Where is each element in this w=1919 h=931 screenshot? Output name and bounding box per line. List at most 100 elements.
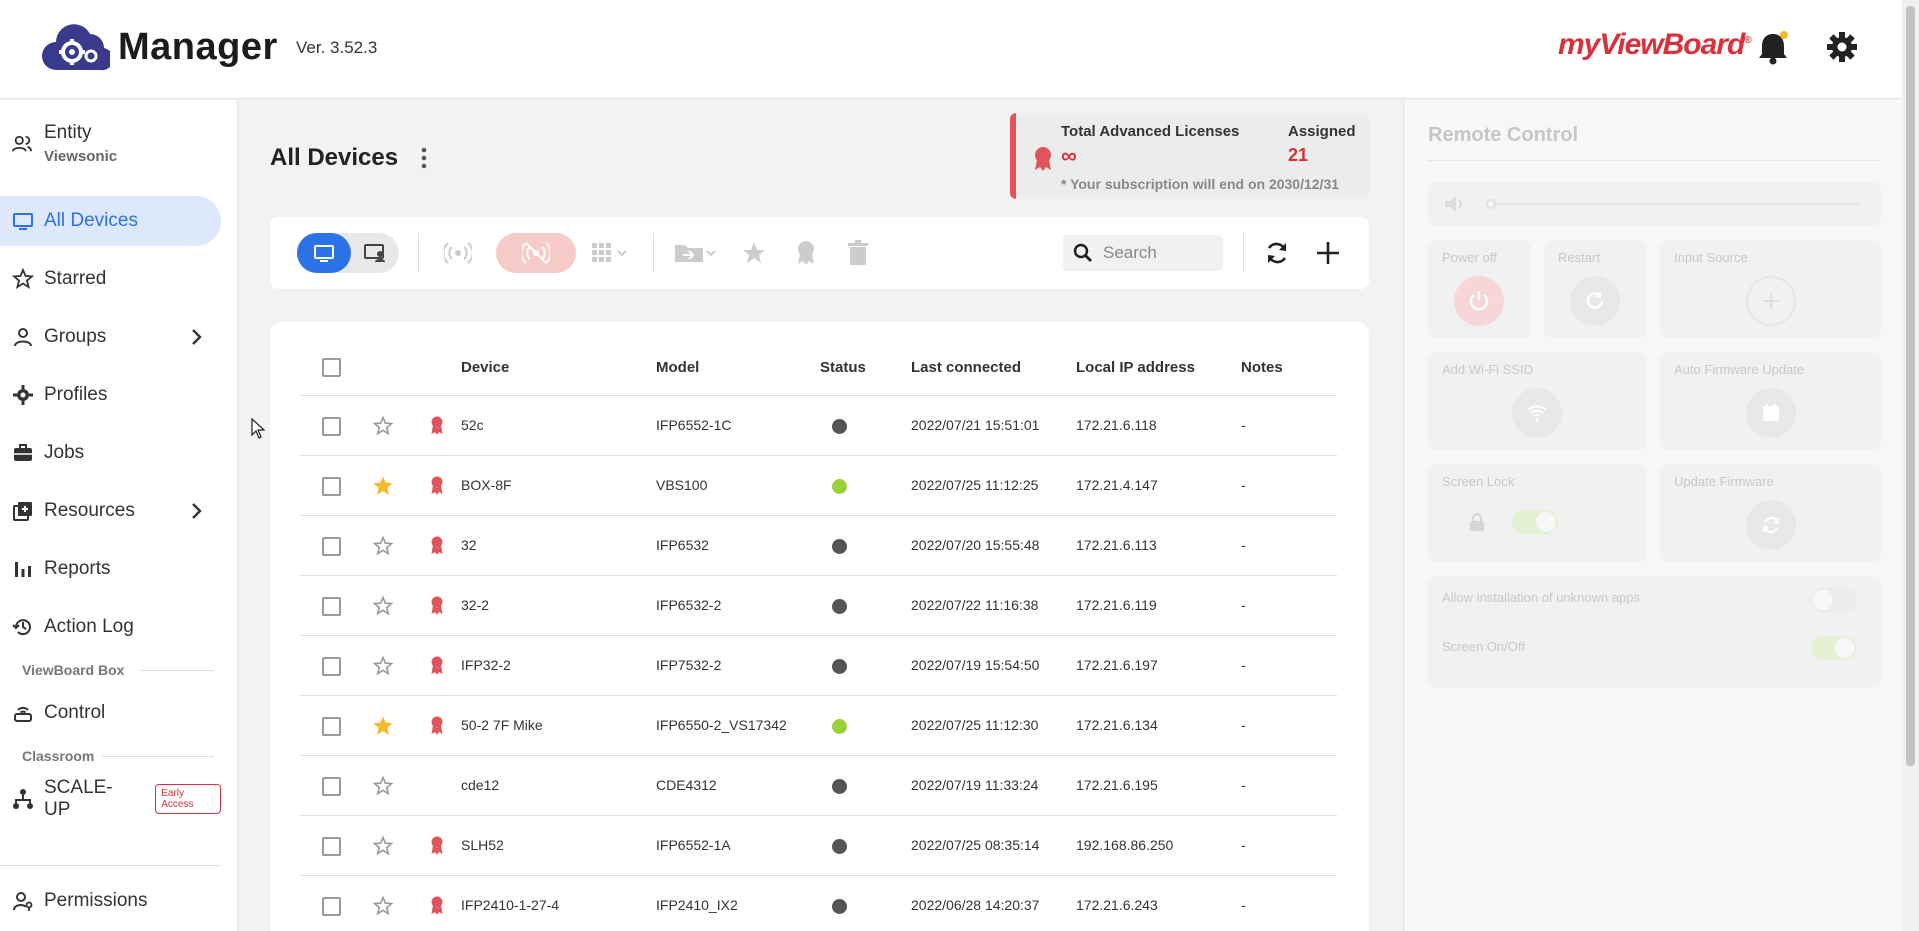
cell-notes: - — [1241, 597, 1246, 613]
column-header-device[interactable]: Device — [461, 359, 509, 376]
row-checkbox[interactable] — [322, 597, 341, 616]
row-checkbox[interactable] — [322, 837, 341, 856]
status-dot — [832, 419, 847, 434]
select-all-checkbox[interactable] — [322, 358, 341, 377]
column-header-ip[interactable]: Local IP address — [1076, 359, 1195, 376]
sidebar-item-profiles[interactable]: Profiles — [0, 370, 221, 420]
allow-unknown-apps-toggle[interactable] — [1811, 588, 1857, 612]
search-box[interactable] — [1063, 235, 1223, 271]
row-checkbox[interactable] — [322, 717, 341, 736]
sidebar-item-control[interactable]: Control — [0, 688, 221, 738]
sidebar-item-starred[interactable]: Starred — [0, 254, 221, 304]
briefcase-icon — [12, 442, 34, 464]
star-outline-icon[interactable] — [372, 595, 394, 617]
column-header-notes[interactable]: Notes — [1241, 359, 1283, 376]
cell-device[interactable]: 32-2 — [461, 597, 489, 613]
cell-device[interactable]: BOX-8F — [461, 477, 512, 493]
sidebar-item-label: Groups — [44, 326, 107, 347]
star-icon[interactable] — [740, 239, 768, 267]
scrollbar-thumb[interactable] — [1906, 6, 1915, 766]
screen-lock-toggle[interactable] — [1512, 510, 1558, 534]
auto-firmware-button[interactable] — [1746, 388, 1796, 438]
power-off-button[interactable] — [1454, 276, 1504, 326]
star-icon — [12, 268, 34, 290]
column-header-last-connected[interactable]: Last connected — [911, 359, 1021, 376]
add-device-icon[interactable] — [1314, 239, 1342, 267]
sidebar-item-jobs[interactable]: Jobs — [0, 428, 221, 478]
device-view-button[interactable] — [297, 233, 351, 273]
table-row[interactable]: 32-2 IFP6532-2 2022/07/22 11:16:38 172.21.6… — [300, 576, 1337, 636]
star-outline-icon[interactable] — [372, 415, 394, 437]
cell-device[interactable]: 52c — [461, 417, 484, 433]
star-filled-icon[interactable] — [372, 475, 394, 497]
cell-device[interactable]: cde12 — [461, 777, 499, 793]
restart-button[interactable] — [1570, 276, 1620, 326]
row-checkbox[interactable] — [322, 417, 341, 436]
sidebar-item-permissions[interactable]: Permissions — [0, 876, 221, 926]
column-header-model[interactable]: Model — [656, 359, 699, 376]
trash-icon[interactable] — [844, 239, 872, 267]
chevron-right-icon[interactable] — [187, 327, 207, 347]
cell-device[interactable]: IFP2410-1-27-4 — [461, 897, 559, 913]
table-row[interactable]: SLH52 IFP6552-1A 2022/07/25 08:35:14 192.16… — [300, 816, 1337, 876]
add-wifi-button[interactable] — [1512, 388, 1562, 438]
table-row[interactable]: 50-2 7F Mike IFP6550-2_VS17342 2022/07/25 … — [300, 696, 1337, 756]
row-checkbox[interactable] — [322, 657, 341, 676]
volume-slider[interactable] — [1490, 203, 1860, 205]
table-row[interactable]: IFP2410-1-27-4 IFP2410_IX2 2022/06/28 14:2… — [300, 876, 1337, 931]
star-outline-icon[interactable] — [372, 835, 394, 857]
stop-broadcast-button[interactable] — [496, 233, 576, 273]
hierarchy-icon — [12, 788, 34, 810]
row-checkbox[interactable] — [322, 537, 341, 556]
star-filled-icon[interactable] — [372, 715, 394, 737]
row-checkbox[interactable] — [322, 777, 341, 796]
entity-selector[interactable]: Entity Viewsonic — [0, 100, 221, 170]
refresh-icon[interactable] — [1263, 239, 1291, 267]
user-device-view-button[interactable] — [353, 233, 397, 273]
move-to-folder-icon[interactable] — [673, 239, 717, 267]
volume-slider-knob[interactable] — [1486, 199, 1496, 209]
row-checkbox[interactable] — [322, 477, 341, 496]
cell-device[interactable]: 50-2 7F Mike — [461, 717, 543, 733]
apps-grid-icon[interactable] — [590, 239, 630, 267]
cell-device[interactable]: SLH52 — [461, 837, 504, 853]
cell-last: 2022/07/20 15:55:48 — [911, 537, 1040, 553]
sidebar-item-scale-up[interactable]: SCALE-UP Early Access — [0, 774, 221, 824]
myviewboard-logo[interactable]: myViewBoard® — [1558, 28, 1752, 62]
sidebar-item-groups[interactable]: Groups — [0, 312, 221, 362]
notification-bell-icon[interactable] — [1756, 30, 1790, 66]
status-dot — [832, 719, 847, 734]
settings-gear-icon[interactable] — [1825, 30, 1859, 64]
column-header-status[interactable]: Status — [820, 359, 866, 376]
cell-device[interactable]: 32 — [461, 537, 477, 553]
search-input[interactable] — [1103, 243, 1213, 263]
app-version: Ver. 3.52.3 — [296, 38, 378, 57]
table-row[interactable]: BOX-8F VBS100 2022/07/25 11:12:25 172.21.4.… — [300, 456, 1337, 516]
table-row[interactable]: IFP32-2 IFP7532-2 2022/07/19 15:54:50 172.2… — [300, 636, 1337, 696]
license-ribbon-icon[interactable] — [792, 239, 820, 267]
broadcast-icon[interactable] — [444, 239, 472, 267]
cell-device[interactable]: IFP32-2 — [461, 657, 511, 673]
star-outline-icon[interactable] — [372, 775, 394, 797]
sidebar-item-action-log[interactable]: Action Log — [0, 602, 221, 652]
table-row[interactable]: 32 IFP6532 2022/07/20 15:55:48 172.21.6.113… — [300, 516, 1337, 576]
screen-onoff-toggle[interactable] — [1811, 636, 1857, 660]
more-options-icon[interactable] — [418, 146, 430, 170]
license-ribbon-icon — [431, 536, 443, 555]
table-row[interactable]: cde12 CDE4312 2022/07/19 11:33:24 172.21.6.… — [300, 756, 1337, 816]
sidebar-item-resources[interactable]: Resources — [0, 486, 221, 536]
star-outline-icon[interactable] — [372, 535, 394, 557]
table-row[interactable]: 52c IFP6552-1C 2022/07/21 15:51:01 172.21.6… — [300, 396, 1337, 456]
cell-ip: 172.21.6.118 — [1076, 417, 1157, 433]
star-outline-icon[interactable] — [372, 895, 394, 917]
chevron-right-icon[interactable] — [187, 501, 207, 521]
update-firmware-button[interactable] — [1746, 500, 1796, 550]
sidebar-item-reports[interactable]: Reports — [0, 544, 221, 594]
input-source-button[interactable] — [1746, 276, 1796, 326]
star-outline-icon[interactable] — [372, 655, 394, 677]
sidebar-item-label: Action Log — [44, 616, 134, 637]
cell-model: IFP6552-1A — [656, 837, 731, 853]
cell-model: IFP6532 — [656, 537, 709, 553]
sidebar-item-all-devices[interactable]: All Devices — [0, 196, 221, 246]
row-checkbox[interactable] — [322, 897, 341, 916]
